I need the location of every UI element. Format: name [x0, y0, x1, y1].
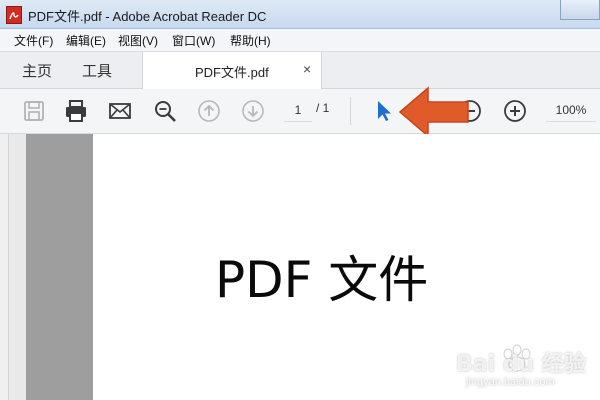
menu-bar: 文件(F) 编辑(E) 视图(V) 窗口(W) 帮助(H) [0, 29, 600, 52]
select-cursor-icon[interactable] [372, 99, 396, 123]
toolbar-divider [350, 97, 351, 125]
email-icon[interactable] [108, 99, 132, 123]
left-panel-strip[interactable] [0, 134, 9, 400]
watermark-brand: Bai du 经验 [456, 352, 586, 377]
watermark-url: jingyan.baidu.com [466, 376, 555, 388]
tab-document[interactable]: PDF文件.pdf × [142, 52, 322, 89]
window-controls [560, 0, 600, 21]
tab-bar: 主页 工具 PDF文件.pdf × [0, 52, 600, 89]
viewer-margin [26, 134, 93, 400]
menu-file[interactable]: 文件(F) [14, 32, 53, 49]
menu-window[interactable]: 窗口(W) [172, 32, 215, 49]
zoom-in-icon[interactable] [503, 99, 527, 123]
close-tab-icon[interactable]: × [303, 61, 311, 77]
menu-edit[interactable]: 编辑(E) [66, 32, 106, 49]
window-control-button[interactable] [560, 0, 600, 20]
page-down-icon[interactable] [241, 99, 265, 123]
window-title: PDF文件.pdf - Adobe Acrobat Reader DC [28, 9, 267, 24]
page-total: / 1 [316, 101, 330, 115]
page-up-icon[interactable] [197, 99, 221, 123]
page-content-text: PDF 文件 [215, 251, 429, 309]
save-icon[interactable] [22, 99, 46, 123]
annotation-arrow-icon [398, 86, 469, 138]
page-number-input[interactable]: 1 [284, 99, 312, 122]
menu-help[interactable]: 帮助(H) [230, 32, 271, 49]
document-tab-label: PDF文件.pdf [195, 65, 269, 80]
acrobat-app-icon [6, 6, 22, 24]
menu-view[interactable]: 视图(V) [118, 32, 158, 49]
zoom-level-field[interactable]: 100% [546, 99, 596, 122]
zoom-search-icon[interactable] [153, 99, 177, 123]
tab-tools[interactable]: 工具 [82, 60, 112, 81]
print-icon[interactable] [64, 99, 88, 123]
title-bar: PDF文件.pdf - Adobe Acrobat Reader DC [0, 0, 600, 29]
tab-home[interactable]: 主页 [22, 60, 52, 81]
